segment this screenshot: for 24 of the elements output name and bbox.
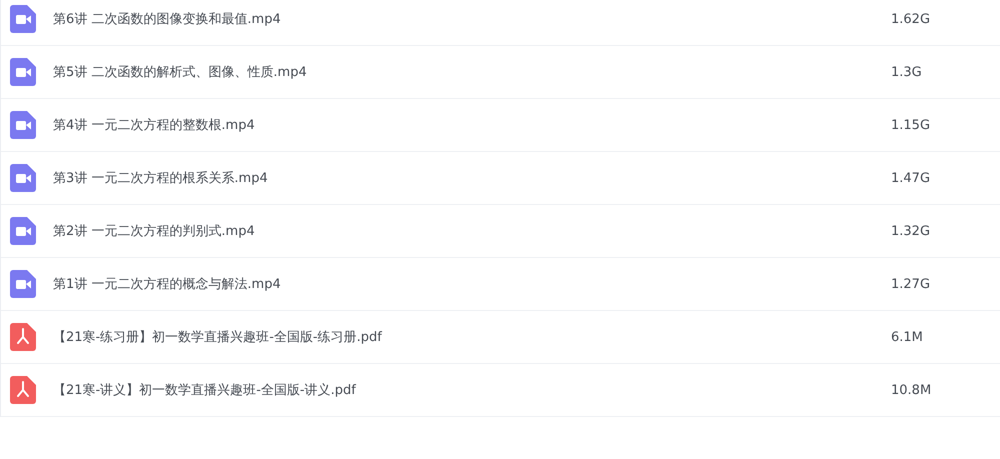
file-size: 1.47G: [891, 170, 930, 186]
file-size: 1.32G: [891, 224, 930, 238]
video-file-icon: [10, 164, 36, 192]
video-file-icon: [10, 5, 36, 33]
video-file-icon: [10, 58, 36, 86]
pdf-file-icon: [10, 323, 36, 351]
file-name[interactable]: 第6讲 二次函数的图像变换和最值.mp4: [53, 10, 853, 28]
file-name[interactable]: 【21寒-练习册】初一数学直播兴趣班-全国版-练习册.pdf: [53, 328, 853, 346]
pdf-file-icon: [10, 376, 36, 404]
file-size: 6.1M: [891, 330, 923, 344]
video-file-icon: [10, 111, 36, 139]
file-name[interactable]: 第4讲 一元二次方程的整数根.mp4: [53, 116, 853, 134]
file-size: 1.3G: [891, 64, 922, 80]
file-name[interactable]: 第5讲 二次函数的解析式、图像、性质.mp4: [53, 63, 853, 81]
file-name[interactable]: 【21寒-讲义】初一数学直播兴趣班-全国版-讲义.pdf: [53, 381, 853, 399]
file-name[interactable]: 第3讲 一元二次方程的根系关系.mp4: [53, 169, 853, 187]
video-file-icon: [10, 270, 36, 298]
file-size: 1.62G: [891, 12, 930, 26]
file-size: 10.8M: [891, 382, 932, 398]
file-name[interactable]: 第2讲 一元二次方程的判别式.mp4: [53, 222, 853, 240]
file-name[interactable]: 第1讲 一元二次方程的概念与解法.mp4: [53, 275, 853, 293]
video-file-icon: [10, 217, 36, 245]
file-size: 1.27G: [891, 276, 930, 292]
file-size: 1.15G: [891, 118, 930, 132]
